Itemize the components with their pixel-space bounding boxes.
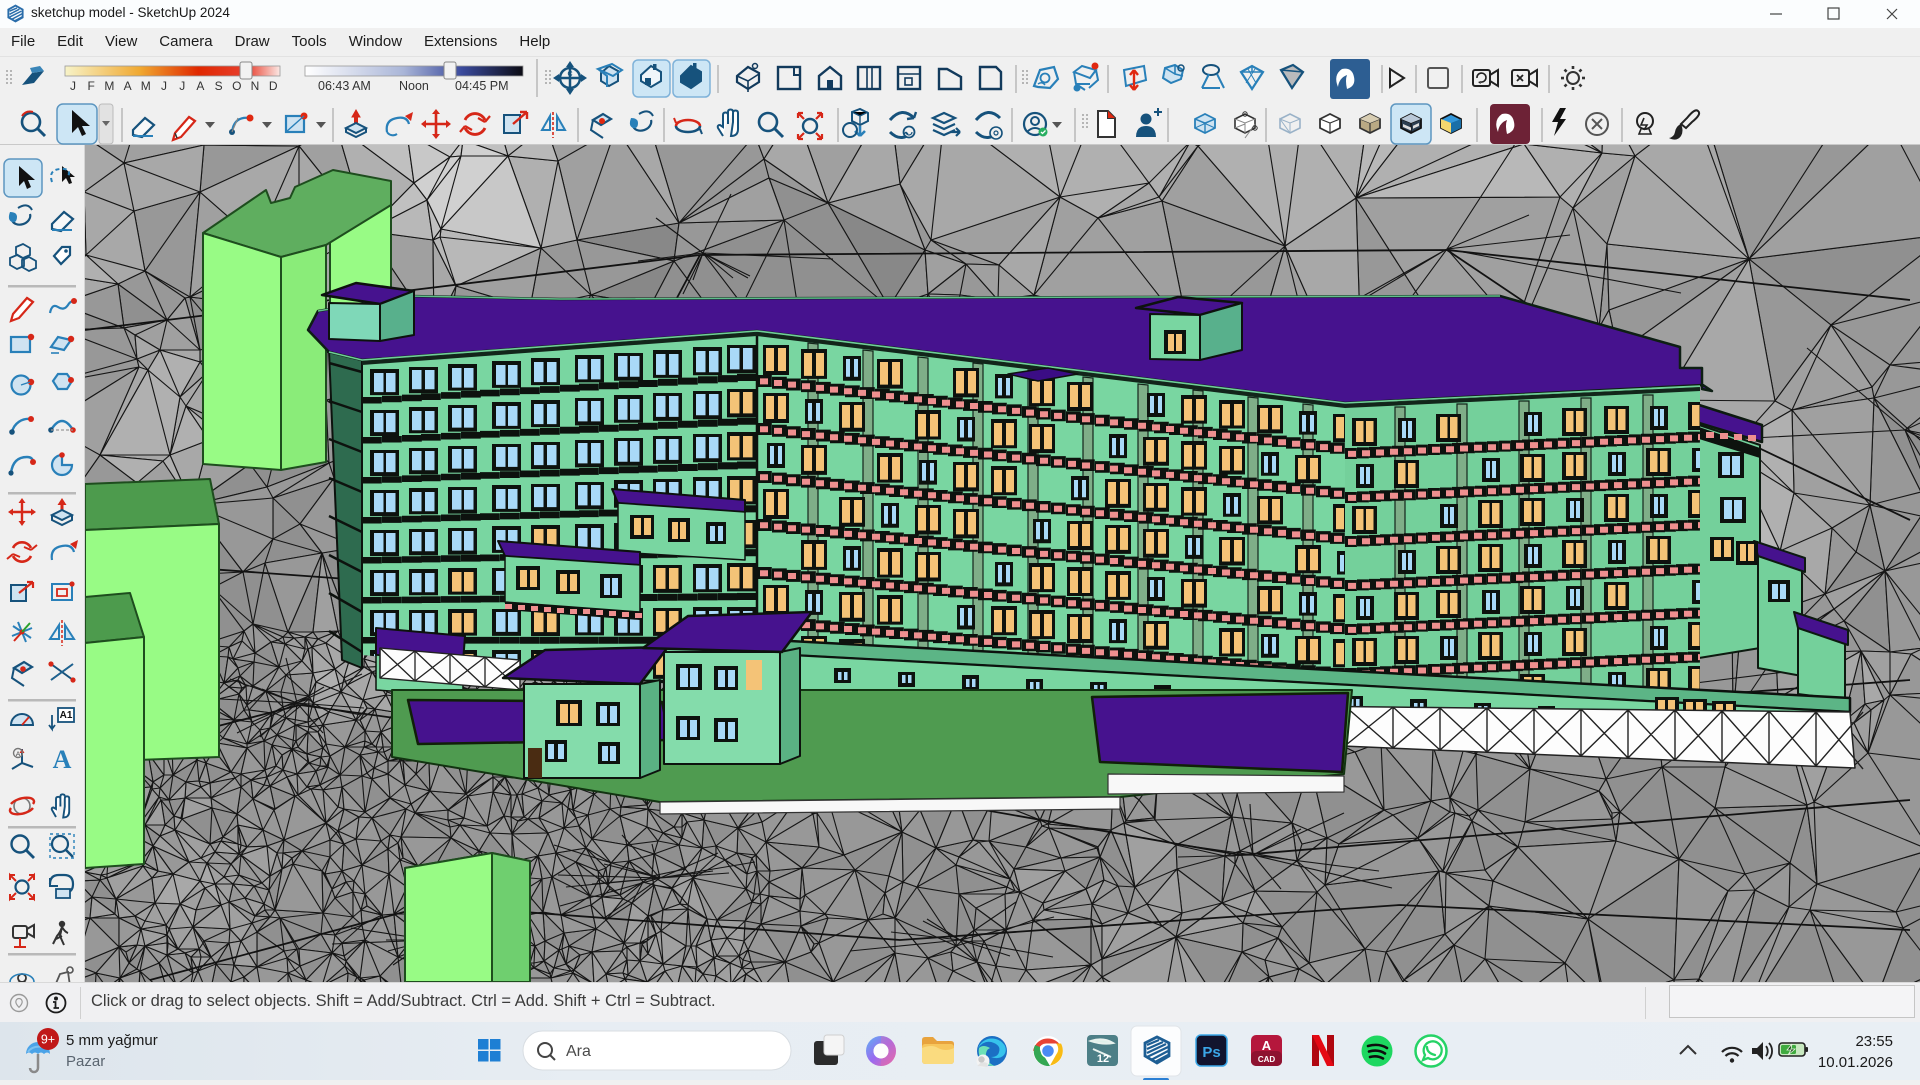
svg-text:A: A	[53, 745, 72, 774]
svg-text:Pazar: Pazar	[66, 1053, 105, 1070]
svg-text:A: A	[196, 79, 204, 93]
svg-text:04:45 PM: 04:45 PM	[455, 79, 509, 93]
svg-text:A: A	[1262, 1038, 1272, 1053]
svg-text:S: S	[215, 79, 223, 93]
svg-text:06:43 AM: 06:43 AM	[318, 79, 371, 93]
svg-text:C: C	[567, 71, 572, 78]
svg-text:J: J	[70, 79, 76, 93]
svg-text:D: D	[269, 79, 278, 93]
svg-text:J: J	[179, 79, 185, 93]
svg-text:O: O	[232, 79, 241, 93]
svg-text:M: M	[141, 79, 151, 93]
svg-text:Ara: Ara	[566, 1043, 591, 1060]
svg-text:12: 12	[1097, 1053, 1109, 1065]
svg-text:A1: A1	[60, 710, 73, 721]
svg-text:J: J	[161, 79, 167, 93]
svg-text:10.01.2026: 10.01.2026	[1818, 1054, 1893, 1071]
svg-text:5 mm yağmur: 5 mm yağmur	[66, 1032, 158, 1049]
svg-text:F: F	[88, 79, 95, 93]
svg-text:9+: 9+	[41, 1033, 55, 1047]
svg-text:M: M	[104, 79, 114, 93]
svg-text:23:55: 23:55	[1855, 1033, 1893, 1050]
svg-text:N: N	[251, 79, 260, 93]
svg-text:A: A	[124, 79, 132, 93]
svg-text:CAD: CAD	[1258, 1055, 1276, 1064]
svg-text:Ps: Ps	[1202, 1044, 1220, 1061]
svg-text:Noon: Noon	[399, 79, 429, 93]
svg-text:A: A	[16, 751, 21, 758]
